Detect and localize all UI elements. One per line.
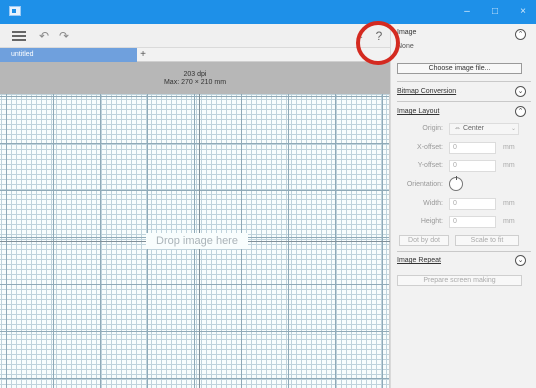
scale-to-fit-button[interactable]: Scale to fit: [455, 235, 519, 246]
dot-by-dot-button[interactable]: Dot by dot: [399, 235, 449, 246]
width-input[interactable]: 0: [449, 198, 496, 210]
prepare-screen-making-button[interactable]: Prepare screen making: [397, 275, 522, 286]
help-highlight-circle: [356, 21, 400, 65]
height-unit: mm: [503, 218, 515, 225]
undo-icon[interactable]: ↶: [38, 26, 50, 46]
drop-canvas[interactable]: Drop image here: [0, 94, 390, 388]
minimize-icon[interactable]: –: [456, 4, 478, 20]
divider-line: [397, 81, 531, 82]
document-tabs: untitled +: [0, 48, 390, 62]
chevron-down-icon: ⌄: [511, 126, 517, 132]
settings-panel: Image ⌃ None Choose image file... Bitmap…: [390, 24, 536, 388]
choose-image-file-button[interactable]: Choose image file...: [397, 63, 522, 74]
image-layout-title[interactable]: Image Layout: [397, 108, 439, 115]
divider-line: [397, 251, 531, 252]
bitmap-conversion-collapsed-icon[interactable]: ⌄: [515, 86, 526, 97]
height-label: Height:: [420, 218, 443, 225]
maximize-icon[interactable]: □: [484, 4, 506, 20]
bitmap-conversion-title[interactable]: Bitmap Conversion: [397, 88, 456, 95]
max-size-value: Max: 270 × 210 mm: [163, 79, 227, 86]
tab-untitled[interactable]: untitled: [0, 48, 137, 62]
image-section-expanded-icon[interactable]: ⌃: [515, 29, 526, 40]
divider-line: [397, 101, 531, 102]
image-repeat-collapsed-icon[interactable]: ⌄: [515, 255, 526, 266]
add-tab-button[interactable]: +: [137, 48, 149, 62]
origin-select[interactable]: ⇔ Center: [449, 123, 519, 135]
y-offset-unit: mm: [503, 162, 515, 169]
origin-label: Origin:: [422, 125, 443, 132]
x-offset-input[interactable]: 0: [449, 142, 496, 154]
main-toolbar: ↶ ↷ ‹ ?: [0, 24, 390, 48]
orientation-label: Orientation:: [406, 181, 443, 188]
menu-icon[interactable]: [12, 26, 26, 46]
drop-image-text: Drop image here: [146, 233, 248, 249]
image-section-title: Image: [397, 29, 417, 36]
redo-icon[interactable]: ↷: [58, 26, 70, 46]
y-offset-input[interactable]: 0: [449, 160, 496, 172]
print-size-info: 203 dpi Max: 270 × 210 mm: [0, 62, 390, 94]
image-repeat-title[interactable]: Image Repeat: [397, 257, 441, 264]
close-icon[interactable]: ×: [512, 4, 534, 20]
app-icon: [9, 6, 21, 16]
width-unit: mm: [503, 200, 515, 207]
x-offset-label: X-offset:: [417, 144, 443, 151]
width-label: Width:: [423, 200, 443, 207]
orientation-dial-icon[interactable]: [449, 176, 463, 191]
window-titlebar: – □ ×: [0, 0, 536, 24]
dpi-value: 203 dpi: [183, 71, 207, 78]
image-layout-expanded-icon[interactable]: ⌃: [515, 106, 526, 117]
height-input[interactable]: 0: [449, 216, 496, 228]
x-offset-unit: mm: [503, 144, 515, 151]
y-offset-label: Y-offset:: [417, 162, 443, 169]
